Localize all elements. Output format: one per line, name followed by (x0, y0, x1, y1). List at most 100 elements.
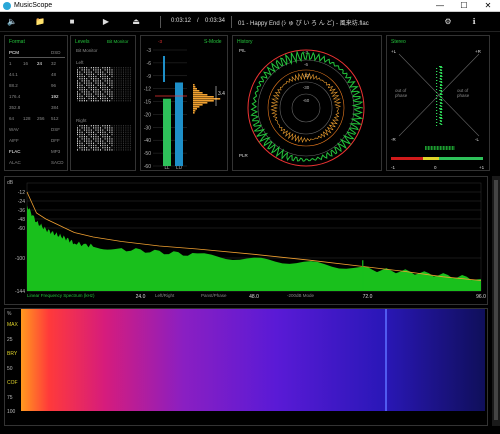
bit-cell (88, 125, 90, 127)
bit-cell (113, 149, 115, 151)
format-cell: 48 (51, 72, 57, 77)
bit-cell (88, 144, 90, 147)
bit-cell (123, 147, 124, 149)
bit-cell (109, 140, 111, 142)
bit-cell (79, 136, 81, 138)
bit-cell (102, 136, 104, 138)
stereo-sample (439, 99, 441, 100)
close-button[interactable]: ✕ (476, 0, 500, 12)
bit-cell (86, 78, 88, 80)
bit-cell (127, 127, 129, 129)
bit-cell (79, 67, 81, 69)
bit-cell (83, 147, 85, 149)
bit-cell (100, 93, 101, 95)
bit-cell (83, 91, 85, 93)
spectrum-x-tick: 96.0 (476, 294, 486, 300)
bit-cell (127, 133, 129, 136)
bit-cell (102, 67, 104, 69)
plus-l-label: +L (391, 49, 397, 54)
history-ring-label: -6 (304, 62, 308, 67)
volume-icon[interactable]: 🔈 (6, 16, 18, 28)
bit-cell (88, 89, 90, 91)
bit-cell (97, 86, 99, 89)
bit-cell (118, 131, 120, 133)
bit-cell (123, 75, 124, 78)
bit-cell (113, 75, 115, 78)
format-cell: 88.2 (9, 83, 18, 88)
meter-scale-label: -20 (144, 112, 151, 118)
bit-cell (111, 95, 113, 97)
stereo-vectorscope (391, 53, 483, 160)
bit-cell (93, 140, 95, 142)
minimize-button[interactable]: — (428, 0, 452, 12)
bit-cell (123, 97, 124, 100)
bit-cell (86, 93, 88, 95)
bit-cell (120, 97, 122, 100)
bit-cell (86, 144, 88, 147)
bit-cell (93, 127, 95, 129)
stereo-sample (436, 83, 437, 84)
bit-cell (129, 95, 131, 97)
bit-cell (127, 149, 129, 151)
bit-cell (77, 78, 78, 80)
bit-cell (93, 129, 95, 131)
bit-cell (109, 84, 111, 86)
bit-cell (102, 100, 104, 102)
bit-cell (123, 89, 124, 91)
info-icon[interactable]: ℹ (468, 16, 480, 28)
bit-cell (118, 147, 120, 149)
scrollbar-thumb[interactable] (494, 180, 498, 420)
stop-button[interactable]: ■ (66, 16, 78, 28)
bit-cell (83, 78, 85, 80)
bit-cell (125, 97, 127, 100)
bit-cell (106, 80, 108, 82)
bit-cell (79, 93, 81, 95)
bit-cell (93, 71, 95, 73)
format-cell: MP3 (51, 149, 61, 154)
bit-cell (104, 84, 106, 86)
open-folder-icon[interactable]: 📁 (34, 16, 46, 28)
bit-cell (118, 149, 120, 151)
bit-cell (88, 127, 90, 129)
stereo-sample (436, 98, 437, 99)
bit-cell (104, 144, 106, 147)
meter-scale-label: -15 (144, 100, 151, 106)
bit-cell (104, 136, 106, 138)
stereo-sample (436, 107, 437, 108)
bit-cell (93, 144, 95, 147)
bit-cell (111, 147, 113, 149)
bit-cell (81, 144, 83, 147)
eject-icon[interactable]: ⏏ (130, 16, 142, 28)
bit-cell (95, 67, 97, 69)
bit-cell (118, 80, 120, 82)
gear-icon[interactable]: ⚙ (442, 16, 454, 28)
bit-cell (93, 86, 95, 89)
bit-cell (116, 75, 118, 78)
bit-cell (129, 136, 131, 138)
scrollbar[interactable] (492, 176, 500, 426)
bit-cell (93, 69, 95, 71)
bit-cell (106, 95, 108, 97)
bit-cell (109, 100, 111, 102)
spectrogram-row-label: MAX (7, 322, 18, 328)
spectrum-mode-label[interactable]: Panst/Phase (201, 293, 227, 298)
correlation-tick (432, 146, 434, 150)
bit-cell (93, 125, 95, 127)
bit-cell (102, 91, 104, 93)
bit-cell (79, 84, 81, 86)
format-cell: 176.4 (9, 94, 21, 99)
correlation-tick (437, 146, 438, 150)
bit-cell (77, 133, 78, 136)
spectrogram-row-label: 75 (7, 394, 13, 401)
bit-cell (120, 144, 122, 147)
bit-cell (100, 147, 101, 149)
spectrum-mode-label[interactable]: -200dB Mode (287, 293, 314, 298)
play-button[interactable]: ▶ (100, 16, 112, 28)
bit-cell (102, 82, 104, 84)
stereo-sample (440, 82, 442, 83)
bit-cell (109, 95, 111, 97)
maximize-button[interactable]: ☐ (452, 0, 476, 12)
spectrum-mode-label[interactable]: Left/Right (155, 293, 174, 298)
bit-cell (100, 142, 101, 144)
loudness-histogram-bin (193, 106, 200, 108)
